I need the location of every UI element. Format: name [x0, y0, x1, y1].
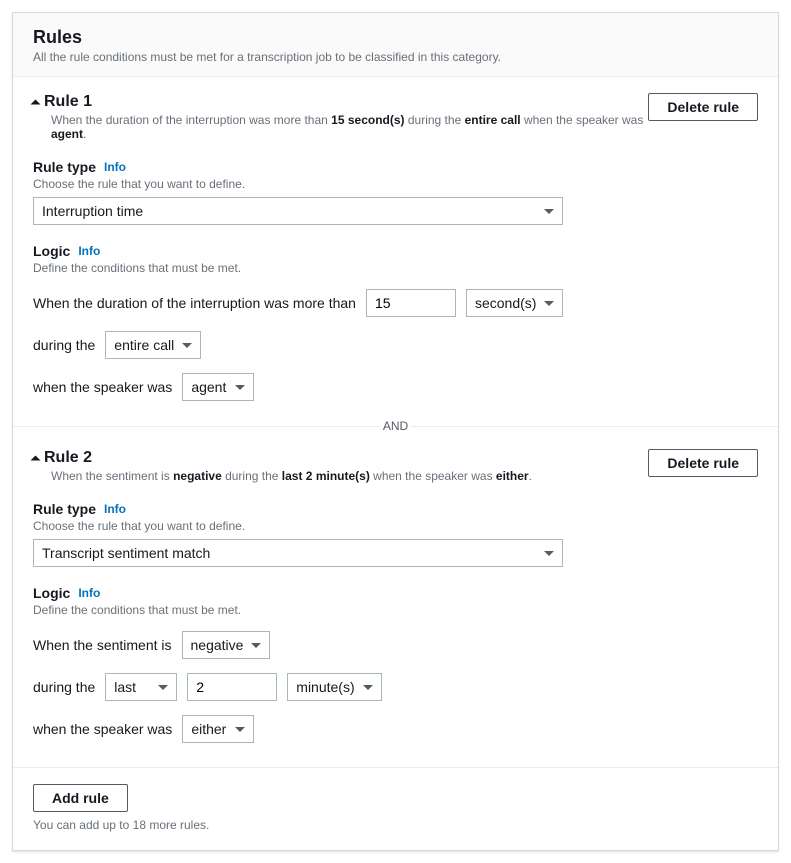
- panel-subtitle: All the rule conditions must be met for …: [33, 50, 758, 64]
- rule-2-sentiment-select[interactable]: negative: [182, 631, 271, 659]
- rule-2-scope-unit-select[interactable]: minute(s): [287, 673, 381, 701]
- rule-2-summary: When the sentiment is negative during th…: [33, 469, 648, 483]
- chevron-down-icon: [235, 385, 245, 390]
- logic-info-link[interactable]: Info: [78, 244, 100, 258]
- rule-2-sentiment-label: When the sentiment is: [33, 637, 172, 653]
- chevron-down-icon: [251, 643, 261, 648]
- rule-1-speaker-label: when the speaker was: [33, 379, 172, 395]
- chevron-down-icon: [544, 301, 554, 306]
- rule-2-scope-num-input[interactable]: [187, 673, 277, 701]
- panel-title: Rules: [33, 27, 758, 48]
- rule-2-scope-select[interactable]: last: [105, 673, 177, 701]
- rule-1-duration-label: When the duration of the interruption wa…: [33, 295, 356, 311]
- logic-label: Logic Info: [33, 585, 758, 601]
- collapse-icon[interactable]: [31, 456, 41, 461]
- rule-1-speaker-select[interactable]: agent: [182, 373, 254, 401]
- chevron-down-icon: [544, 209, 554, 214]
- rule-1-duration-input[interactable]: [366, 289, 456, 317]
- rule-type-info-link[interactable]: Info: [104, 160, 126, 174]
- rule-2-during-label: during the: [33, 679, 95, 695]
- rule-2-title: Rule 2: [44, 449, 92, 467]
- rule-1-unit-select[interactable]: second(s): [466, 289, 563, 317]
- rule-2-speaker-select[interactable]: either: [182, 715, 254, 743]
- delete-rule-2-button[interactable]: Delete rule: [648, 449, 758, 477]
- chevron-down-icon: [544, 551, 554, 556]
- rule-2: Rule 2 When the sentiment is negative du…: [13, 433, 778, 743]
- logic-sub: Define the conditions that must be met.: [33, 603, 758, 617]
- rule-type-label: Rule type Info: [33, 501, 758, 517]
- rule-2-type-select[interactable]: Transcript sentiment match: [33, 539, 563, 567]
- rules-panel: Rules All the rule conditions must be me…: [12, 12, 779, 851]
- chevron-down-icon: [158, 685, 168, 690]
- chevron-down-icon: [235, 727, 245, 732]
- logic-info-link[interactable]: Info: [78, 586, 100, 600]
- footer-row: Add rule You can add up to 18 more rules…: [13, 767, 778, 850]
- add-rule-hint: You can add up to 18 more rules.: [33, 818, 758, 832]
- rule-type-label: Rule type Info: [33, 159, 758, 175]
- rule-type-info-link[interactable]: Info: [104, 502, 126, 516]
- rule-1-scope-select[interactable]: entire call: [105, 331, 201, 359]
- rule-1-type-select[interactable]: Interruption time: [33, 197, 563, 225]
- rule-1-type-value: Interruption time: [42, 203, 143, 219]
- collapse-icon[interactable]: [31, 100, 41, 105]
- rule-1-title: Rule 1: [44, 93, 92, 111]
- rule-1: Rule 1 When the duration of the interrup…: [13, 77, 778, 401]
- rule-1-during-label: during the: [33, 337, 95, 353]
- add-rule-button[interactable]: Add rule: [33, 784, 128, 812]
- rule-type-sub: Choose the rule that you want to define.: [33, 519, 758, 533]
- logic-sub: Define the conditions that must be met.: [33, 261, 758, 275]
- rule-2-type-value: Transcript sentiment match: [42, 545, 210, 561]
- panel-header: Rules All the rule conditions must be me…: [13, 13, 778, 77]
- delete-rule-1-button[interactable]: Delete rule: [648, 93, 758, 121]
- and-separator: AND: [13, 419, 778, 433]
- chevron-down-icon: [363, 685, 373, 690]
- rule-1-summary: When the duration of the interruption wa…: [33, 113, 648, 141]
- chevron-down-icon: [182, 343, 192, 348]
- logic-label: Logic Info: [33, 243, 758, 259]
- rule-2-speaker-label: when the speaker was: [33, 721, 172, 737]
- rule-type-sub: Choose the rule that you want to define.: [33, 177, 758, 191]
